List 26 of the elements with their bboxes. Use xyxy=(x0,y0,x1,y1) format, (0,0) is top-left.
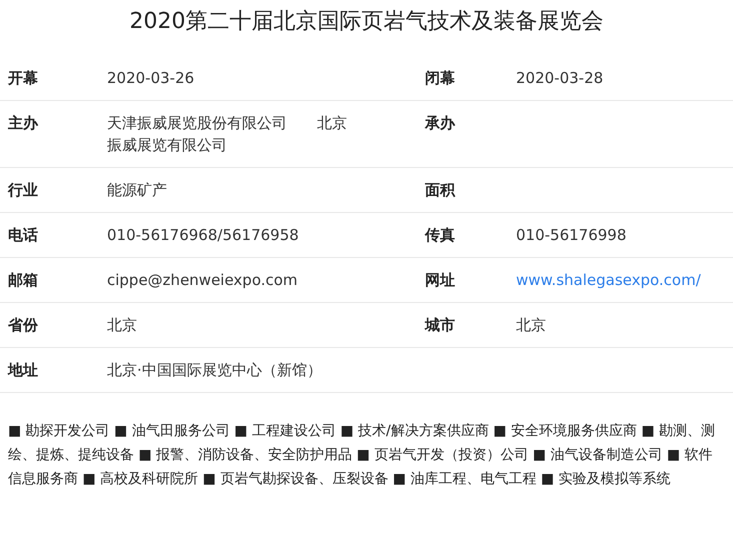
field-value: 北京·中国国际展览中心（新馆） xyxy=(107,361,322,379)
field-label: 邮箱 xyxy=(8,271,38,289)
field-value: cippe@zhenweiexpo.com xyxy=(107,271,298,289)
field-label: 承办 xyxy=(425,114,455,132)
field-label: 面积 xyxy=(425,181,455,199)
page-title: 2020第二十届北京国际页岩气技术及装备展览会 xyxy=(128,8,604,36)
field-label: 主办 xyxy=(8,114,38,132)
field-label: 网址 xyxy=(425,271,455,289)
field-value: 北京 xyxy=(107,316,137,334)
field-label: 闭幕 xyxy=(425,69,455,87)
field-label: 省份 xyxy=(8,316,38,334)
field-value: 010-56176968/56176958 xyxy=(107,226,299,244)
field-value: 010-56176998 xyxy=(516,226,626,244)
field-value: 2020-03-28 xyxy=(516,69,604,87)
field-value: 北京 xyxy=(516,316,546,334)
field-value: 2020-03-26 xyxy=(107,69,194,87)
category-list: ■ 勘探开发公司 ■ 油气田服务公司 ■ 工程建设公司 ■ 技术/解决方案供应商 ■ 安全环境服务供应商 ■ 勘测、测绘、提炼、提纯设备 ■ 报警、消防设备、安全防护用品 ■ 页岩气开发（投资）公司 ■ 油气设备制造公司 ■ 软件信息服务商 ■ 高校及科研院所 ■ 页岩气勘探设备、压裂设备 ■ 油库工程、电气工程 ■ 实验及模拟等系统 xyxy=(0,419,733,491)
field-label: 城市 xyxy=(425,316,455,334)
field-label: 行业 xyxy=(8,181,38,199)
website-link[interactable]: www.shalegasexpo.com/ xyxy=(516,271,701,289)
field-label: 传真 xyxy=(425,226,455,244)
field-value: 能源矿产 xyxy=(107,181,167,199)
field-label: 开幕 xyxy=(8,69,38,87)
field-value: 天津振威展览股份有限公司 北京振威展览有限公司 xyxy=(107,114,347,154)
field-label: 电话 xyxy=(8,226,38,244)
field-label: 地址 xyxy=(8,361,38,379)
